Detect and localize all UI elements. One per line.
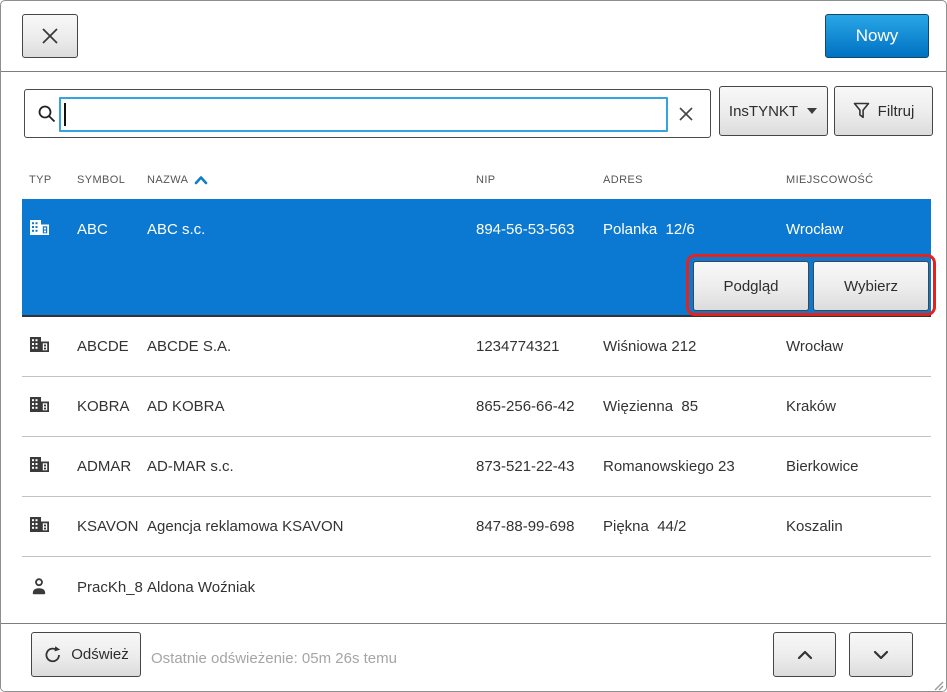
filter-label: Filtruj <box>878 103 915 120</box>
cell-miejscowosc: Bierkowice <box>786 458 931 475</box>
cell-nip: 865-256-66-42 <box>476 398 603 415</box>
preview-button[interactable]: Podgląd <box>693 261 809 311</box>
column-header-symbol[interactable]: SYMBOL <box>77 174 147 186</box>
clear-icon <box>677 105 695 123</box>
table-row[interactable]: ADMAR AD-MAR s.c. 873-521-22-43 Romanows… <box>22 437 931 497</box>
cell-nazwa: ABCDE S.A. <box>147 338 476 355</box>
table-header: TYP SYMBOL NAZWA NIP ADRES MIEJSCOWOŚĆ <box>22 164 931 196</box>
last-refresh-status: Ostatnie odświeżenie: 05m 26s temu <box>151 624 397 692</box>
close-button[interactable] <box>22 14 78 58</box>
person-icon <box>29 577 49 597</box>
cell-miejscowosc: Kraków <box>786 398 931 415</box>
resize-grip[interactable] <box>932 679 944 691</box>
table-row[interactable]: KSAVON Agencja reklamowa KSAVON 847-88-9… <box>22 497 931 557</box>
scroll-up-button[interactable] <box>773 632 836 677</box>
sort-ascending-icon <box>194 175 208 185</box>
instynkt-dropdown[interactable]: InsTYNKT <box>719 86 828 136</box>
search-input[interactable] <box>59 97 668 132</box>
company-icon <box>29 516 50 537</box>
cell-nip: 847-88-99-698 <box>476 518 603 535</box>
chevron-down-icon <box>873 650 889 660</box>
new-button[interactable]: Nowy <box>825 14 929 58</box>
cell-adres: Więzienna 85 <box>603 398 786 415</box>
column-header-nazwa-label: NAZWA <box>147 174 188 186</box>
cell-nazwa: ABC s.c. <box>147 221 476 238</box>
cell-nazwa: Aldona Woźniak <box>147 579 476 596</box>
footer-bar: Odśwież Ostatnie odświeżenie: 05m 26s te… <box>1 623 946 692</box>
cell-adres: Wiśniowa 212 <box>603 338 786 355</box>
chevron-down-icon <box>806 107 818 115</box>
topbar-divider <box>1 71 946 72</box>
column-header-nazwa[interactable]: NAZWA <box>147 174 476 186</box>
clear-search-button[interactable] <box>672 101 700 129</box>
column-header-miejscowosc[interactable]: MIEJSCOWOŚĆ <box>786 174 931 186</box>
table-row[interactable]: ABCDE ABCDE S.A. 1234774321 Wiśniowa 212… <box>22 317 931 377</box>
cell-nip: 1234774321 <box>476 338 603 355</box>
cell-nazwa: AD KOBRA <box>147 398 476 415</box>
table-row[interactable]: PracKh_8 Aldona Woźniak <box>22 557 931 617</box>
cell-symbol: ADMAR <box>77 458 147 475</box>
text-caret <box>64 103 66 126</box>
refresh-button[interactable]: Odśwież <box>31 632 141 677</box>
contractor-list: ABC ABC s.c. 894-56-53-563 Polanka 12/6 … <box>22 199 931 617</box>
column-header-adres[interactable]: ADRES <box>603 174 786 186</box>
cell-adres: Polanka 12/6 <box>603 221 786 238</box>
filter-icon <box>853 102 870 120</box>
refresh-label: Odśwież <box>71 646 129 663</box>
filter-button[interactable]: Filtruj <box>834 86 933 136</box>
cell-miejscowosc: Wrocław <box>786 338 931 355</box>
table-row[interactable]: KOBRA AD KOBRA 865-256-66-42 Więzienna 8… <box>22 377 931 437</box>
cell-symbol: KOBRA <box>77 398 147 415</box>
company-icon <box>29 396 50 417</box>
cell-nip: 894-56-53-563 <box>476 221 603 238</box>
company-icon <box>29 336 50 357</box>
cell-miejscowosc: Wrocław <box>786 221 931 238</box>
search-icon <box>36 103 58 125</box>
cell-nip: 873-521-22-43 <box>476 458 603 475</box>
table-row-selected[interactable]: ABC ABC s.c. 894-56-53-563 Polanka 12/6 … <box>22 199 931 317</box>
instynkt-label: InsTYNKT <box>729 103 798 120</box>
cell-symbol: PracKh_8 <box>77 579 147 596</box>
contractor-picker-dialog: Nowy InsTYNKT Filtruj TYP <box>0 0 947 692</box>
scroll-down-button[interactable] <box>849 632 913 677</box>
cell-nazwa: Agencja reklamowa KSAVON <box>147 518 476 535</box>
cell-adres: Romanowskiego 23 <box>603 458 786 475</box>
column-header-nip[interactable]: NIP <box>476 174 603 186</box>
cell-adres: Piękna 44/2 <box>603 518 786 535</box>
cell-symbol: KSAVON <box>77 518 147 535</box>
search-box <box>24 89 711 138</box>
refresh-icon <box>43 645 63 665</box>
company-icon <box>29 456 50 477</box>
company-icon <box>29 219 50 240</box>
cell-nazwa: AD-MAR s.c. <box>147 458 476 475</box>
cell-symbol: ABC <box>77 221 147 238</box>
select-button[interactable]: Wybierz <box>813 261 929 311</box>
close-icon <box>40 26 60 46</box>
chevron-up-icon <box>797 650 813 660</box>
column-header-typ[interactable]: TYP <box>29 174 77 186</box>
cell-symbol: ABCDE <box>77 338 147 355</box>
cell-miejscowosc: Koszalin <box>786 518 931 535</box>
